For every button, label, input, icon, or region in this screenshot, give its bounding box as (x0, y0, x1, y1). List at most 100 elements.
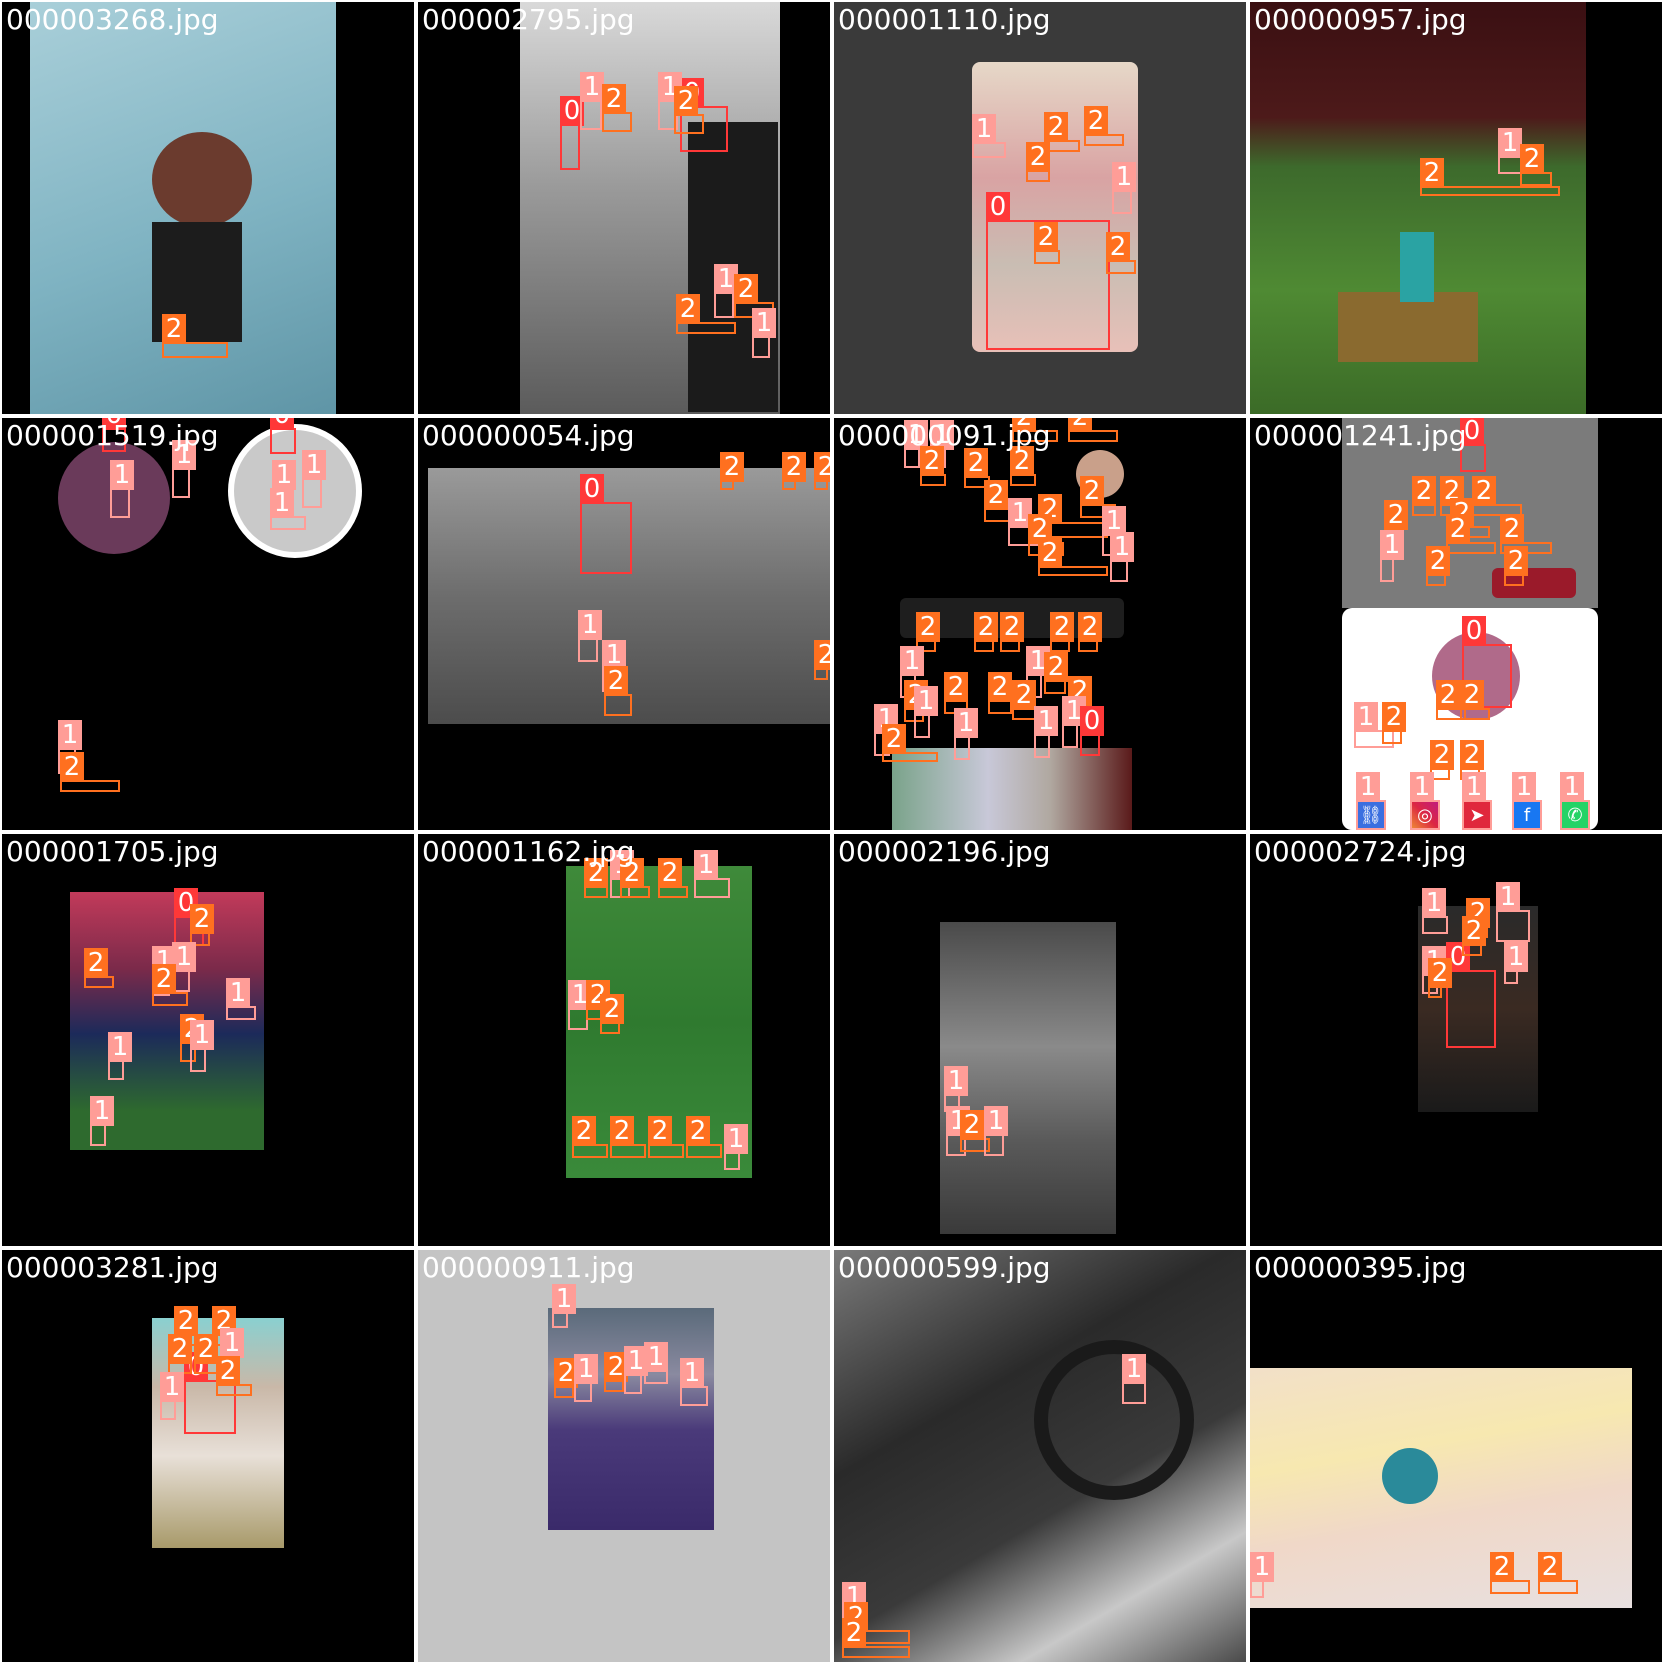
steering-wheel (1034, 1340, 1194, 1500)
bbox-class-2: 2 (1490, 1552, 1530, 1594)
bbox-class-2: 2 (1010, 446, 1036, 486)
bbox-class-1: 1 (580, 72, 604, 130)
bbox-class-2: 2 (1038, 538, 1108, 576)
bbox-class-2: 2 (600, 994, 624, 1034)
tile-7[interactable]: 1 1 2 2 2 2 2 2 1 2 2 2 1 2 1 2 2 2 2 2 … (834, 418, 1246, 830)
bbox-class-2: 2 (648, 1116, 684, 1158)
bbox-class-1: 1 (226, 978, 256, 1020)
bbox-class-1: 1 (1250, 1552, 1274, 1598)
bbox-class-1: 1 (270, 488, 306, 530)
tile-16[interactable]: 1 2 2 000000395.jpg (1250, 1250, 1662, 1662)
minecart (1338, 292, 1478, 362)
bbox-class-0: 0 (1080, 706, 1104, 756)
bbox-class-2: 2 (1538, 1552, 1578, 1594)
bbox-class-2: 2 (152, 964, 188, 1006)
bbox-class-1: 1 (724, 1124, 748, 1170)
bbox-class-2: 2 (1460, 680, 1490, 720)
tile-filename: 000003268.jpg (6, 3, 219, 36)
tile-9[interactable]: 0 2 2 1 1 2 1 2 1 1 1 000001705.jpg (2, 834, 414, 1246)
bbox-class-2: 2 (1050, 612, 1074, 652)
bbox-class-1: 1 (1380, 530, 1404, 582)
bbox-class-1: 1 (1122, 1354, 1146, 1404)
bbox-class-2: 2 (194, 1334, 218, 1374)
bbox-class-2: 2 (814, 640, 830, 680)
bbox-class-0: 0 (270, 418, 296, 454)
bbox-class-1: 1 (90, 1096, 114, 1146)
bbox-class-1: 1 (1410, 772, 1440, 830)
tile-filename: 000000091.jpg (838, 419, 1051, 452)
tile-6[interactable]: 0 1 1 2 2 2 2 2 000000054.jpg (418, 418, 830, 830)
bbox-class-1: 1 (190, 1020, 214, 1072)
bbox-class-2: 2 (1068, 418, 1118, 442)
tile-1[interactable]: 2 000003268.jpg (2, 2, 414, 414)
tile-3[interactable]: 0 1 2 2 2 1 2 2 000001110.jpg (834, 2, 1246, 414)
bbox-class-2: 2 (554, 1358, 578, 1398)
bbox-class-1: 1 (108, 1032, 132, 1080)
tile-filename: 000001241.jpg (1254, 419, 1467, 452)
bbox-class-2: 2 (162, 314, 228, 358)
tile-filename: 000001519.jpg (6, 419, 219, 452)
bbox-class-1: 1 (1496, 882, 1530, 942)
bbox-class-2: 2 (584, 858, 608, 898)
bbox-class-1: 1 (914, 686, 938, 738)
bbox-class-2: 2 (602, 84, 632, 132)
bbox-class-1: 1 (1504, 942, 1528, 984)
bbox-class-2: 2 (882, 724, 938, 762)
bbox-class-2: 2 (1000, 612, 1024, 652)
bbox-class-1: 1 (1462, 772, 1492, 830)
bbox-class-1: 1 (1112, 162, 1136, 214)
tile-8[interactable]: 0 0 2 2 2 2 2 2 2 2 2 1 2 2 1 2 2 2 ⛓ ◎ … (1250, 418, 1662, 830)
bbox-class-2: 2 (60, 752, 120, 792)
bbox-class-2: 2 (674, 86, 704, 134)
bbox-class-0: 0 (580, 474, 632, 574)
bbox-class-1: 1 (624, 1346, 648, 1394)
tile-filename: 000000395.jpg (1254, 1251, 1467, 1284)
tile-12[interactable]: 0 1 2 2 1 1 1 2 000002724.jpg (1250, 834, 1662, 1246)
bbox-class-2: 2 (604, 1352, 628, 1392)
bbox-class-1: 1 (110, 460, 134, 518)
tile-2[interactable]: 0 0 1 2 1 2 1 2 2 1 000002795.jpg (418, 2, 830, 414)
scene-anime-eye (1250, 1368, 1632, 1608)
tile-5[interactable]: 0 0 1 1 1 1 1 1 2 000001519.jpg (2, 418, 414, 830)
bbox-class-1: 1 (1560, 772, 1590, 830)
bbox-class-1: 1 (694, 850, 730, 898)
bbox-class-2: 2 (1462, 916, 1486, 956)
bbox-class-1: 1 (714, 264, 738, 318)
bbox-class-1: 1 (1512, 772, 1542, 830)
tile-filename: 000002724.jpg (1254, 835, 1467, 868)
bbox-class-1: 1 (160, 1372, 184, 1420)
bbox-class-2: 2 (1426, 546, 1450, 586)
image-grid: 2 000003268.jpg 0 0 1 2 1 2 1 2 2 1 0000… (0, 0, 1664, 1664)
bbox-class-1: 1 (172, 440, 196, 498)
bbox-class-2: 2 (1446, 514, 1496, 554)
bbox-class-2: 2 (920, 446, 946, 486)
tile-filename: 000001162.jpg (422, 835, 635, 868)
bbox-class-1: 1 (1034, 706, 1058, 758)
tile-10[interactable]: 2 1 2 2 1 1 2 2 2 2 2 2 1 000001162.jpg (418, 834, 830, 1246)
tile-11[interactable]: 1 1 2 1 000002196.jpg (834, 834, 1246, 1246)
bbox-class-0: 0 (560, 96, 584, 170)
bbox-class-1: 1 (954, 708, 978, 760)
tile-filename: 000003281.jpg (6, 1251, 219, 1284)
tile-filename: 000002795.jpg (422, 3, 635, 36)
tile-13[interactable]: 0 2 2 2 2 1 2 1 000003281.jpg (2, 1250, 414, 1662)
bbox-class-2: 2 (1382, 702, 1406, 744)
bbox-class-2: 2 (1520, 144, 1552, 186)
bbox-class-1: 1 (1356, 772, 1386, 830)
tile-4[interactable]: 1 2 2 000000957.jpg (1250, 2, 1662, 414)
bbox-class-2: 2 (620, 858, 650, 898)
bbox-class-1: 1 (1062, 696, 1086, 748)
bbox-class-2: 2 (1420, 158, 1560, 196)
bbox-class-2: 2 (84, 948, 114, 988)
tile-filename: 000001705.jpg (6, 835, 219, 868)
bbox-class-1: 1 (1110, 532, 1134, 582)
bbox-class-1: 1 (302, 450, 326, 508)
bbox-class-2: 2 (610, 1116, 646, 1158)
tile-15[interactable]: 1 1 2 2 000000599.jpg (834, 1250, 1246, 1662)
bbox-class-1: 1 (568, 980, 592, 1030)
bbox-class-2: 2 (720, 452, 744, 490)
tile-14[interactable]: 1 2 1 2 1 1 1 000000911.jpg (418, 1250, 830, 1662)
bbox-class-0: 0 (1446, 942, 1496, 1048)
bbox-class-2: 2 (814, 452, 830, 490)
bbox-class-2: 2 (1106, 232, 1136, 274)
